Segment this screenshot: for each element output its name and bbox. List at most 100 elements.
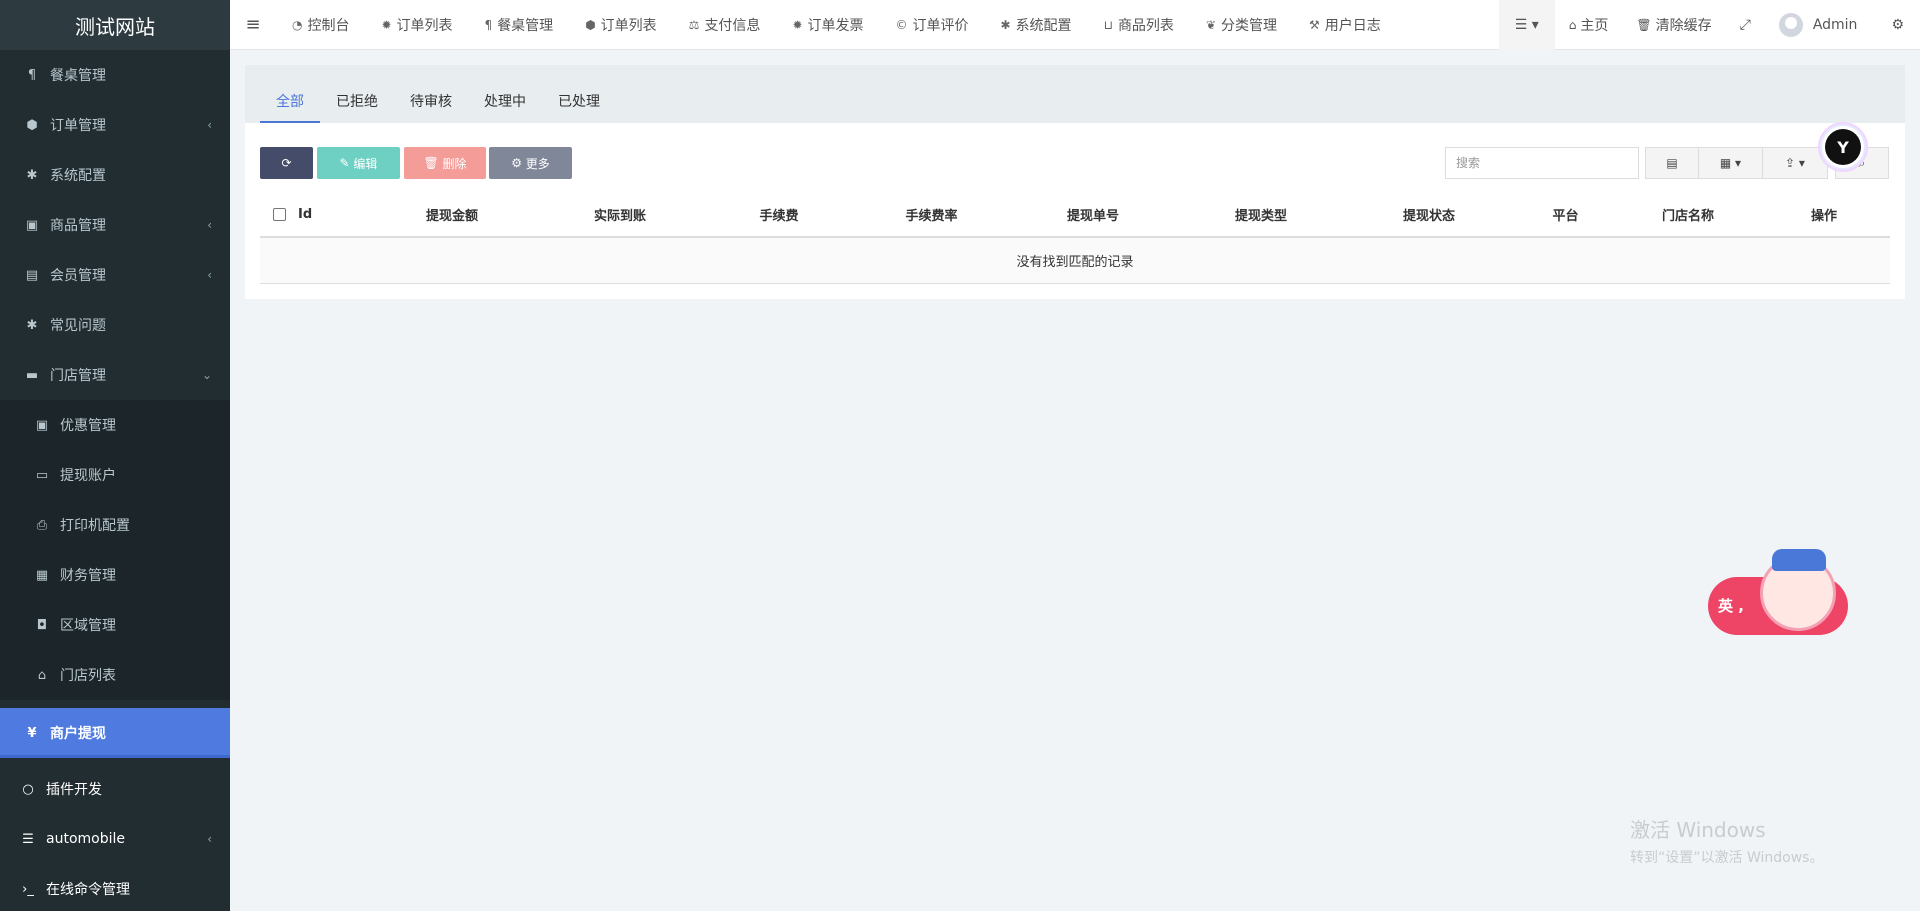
export-button[interactable]: ⇪ ▾: [1762, 147, 1828, 179]
more-button[interactable]: ⚙ 更多: [489, 147, 572, 179]
circle-icon: ○: [22, 781, 34, 797]
top-nav-order-list[interactable]: ✹ 订单列表: [365, 0, 468, 50]
asterisk-icon: ✱: [26, 167, 38, 183]
home-link[interactable]: ⌂ 主页: [1555, 0, 1623, 50]
chevron-left-icon: ‹: [207, 118, 212, 132]
table-header-row: Id 提现金额 实际到账 手续费 手续费率 提现单号 提现类型 提现状态 平台 …: [260, 193, 1890, 238]
assistant-logo-icon: Y: [1825, 129, 1861, 165]
more-label: 更多: [525, 156, 550, 171]
col-operate: 操作: [1758, 193, 1890, 238]
sidebar-item-label: 订单管理: [50, 118, 106, 134]
store-submenu: ▣ 优惠管理 ▭ 提现账户 ⎙ 打印机配置 ▦ 财务管理 ◘ 区域管理 ⌂ 门店…: [0, 400, 230, 700]
sidebar-item-plugin[interactable]: ○ 插件开发: [0, 764, 230, 814]
chevron-left-icon: ‹: [207, 832, 212, 846]
sidebar-item-automobile[interactable]: ☰ automobile ‹: [0, 814, 230, 864]
toggle-view-button[interactable]: ▤: [1645, 147, 1699, 179]
user-name: Admin: [1812, 17, 1858, 33]
tab-pending[interactable]: 待审核: [394, 65, 468, 123]
tab-processing[interactable]: 处理中: [468, 65, 542, 123]
sidebar-item-goods[interactable]: ▣ 商品管理 ‹: [0, 200, 230, 250]
withdraw-table: Id 提现金额 实际到账 手续费 手续费率 提现单号 提现类型 提现状态 平台 …: [260, 193, 1890, 284]
table-row: 没有找到匹配的记录: [260, 237, 1890, 284]
top-nav-label: 订单列表: [396, 17, 453, 34]
tab-all[interactable]: 全部: [260, 65, 320, 123]
sidebar-item-member[interactable]: ▤ 会员管理 ‹: [0, 250, 230, 300]
columns-button[interactable]: ▦ ▾: [1698, 147, 1763, 179]
sidebar-item-system[interactable]: ✱ 系统配置: [0, 150, 230, 200]
sidebar-item-store-list[interactable]: ⌂ 门店列表: [0, 650, 230, 700]
col-id[interactable]: Id: [298, 193, 368, 238]
sidebar-item-label: 门店列表: [60, 668, 116, 684]
top-nav-label: 系统配置: [1015, 17, 1072, 34]
sidebar-item-store[interactable]: ▬ 门店管理 ⌄: [0, 350, 230, 400]
refresh-icon: ⟳: [281, 156, 292, 170]
sidebar-item-printer[interactable]: ⎙ 打印机配置: [0, 500, 230, 550]
sidebar-item-label: 插件开发: [46, 782, 102, 798]
col-type[interactable]: 提现类型: [1177, 193, 1345, 238]
top-nav-review[interactable]: © 订单评价: [880, 0, 985, 50]
sidebar-item-finance[interactable]: ▦ 财务管理: [0, 550, 230, 600]
sidebar-item-table[interactable]: ¶ 餐桌管理: [0, 50, 230, 100]
col-fee[interactable]: 手续费: [704, 193, 854, 238]
edit-button[interactable]: ✎ 编辑: [317, 147, 400, 179]
menu-toggle-icon[interactable]: ≡: [230, 0, 276, 50]
clear-cache-link[interactable]: 🗑 清除缓存: [1622, 0, 1725, 50]
col-amount[interactable]: 提现金额: [368, 193, 536, 238]
sidebar-item-merchant-withdraw[interactable]: ¥ 商户提现: [0, 708, 230, 758]
trash-icon: 🗑: [423, 156, 443, 170]
expand-icon: ⤢: [1739, 17, 1751, 33]
tab-rejected[interactable]: 已拒绝: [320, 65, 394, 123]
col-actual[interactable]: 实际到账: [536, 193, 704, 238]
top-nav-label: 商品列表: [1117, 17, 1174, 34]
top-nav-system[interactable]: ✱ 系统配置: [985, 0, 1088, 50]
top-nav-user-log[interactable]: ⚒ 用户日志: [1293, 0, 1397, 50]
sidebar-item-order[interactable]: ⬢ 订单管理 ‹: [0, 100, 230, 150]
pencil-icon: ✎: [339, 156, 354, 170]
fullscreen-button[interactable]: ⤢: [1726, 0, 1765, 50]
mascot-widget[interactable]: 英 ,: [1708, 549, 1852, 639]
sidebar-item-command[interactable]: ›_ 在线命令管理: [0, 864, 230, 911]
avatar: [1778, 13, 1803, 37]
search-input[interactable]: [1445, 147, 1639, 179]
nav-dropdown-button[interactable]: ☰ ▾: [1498, 0, 1555, 50]
top-nav-invoice[interactable]: ✹ 订单发票: [776, 0, 879, 50]
gavel-icon: ⚒: [1309, 17, 1320, 32]
top-nav-order-list-2[interactable]: ⬢ 订单列表: [569, 0, 672, 50]
col-platform[interactable]: 平台: [1513, 193, 1618, 238]
top-nav-payment[interactable]: ⚖ 支付信息: [673, 0, 777, 50]
tab-processed[interactable]: 已处理: [542, 65, 616, 123]
top-nav-dashboard[interactable]: ◔ 控制台: [276, 0, 365, 50]
utensils-icon: ¶: [484, 17, 493, 32]
sidebar-item-withdraw-account[interactable]: ▭ 提现账户: [0, 450, 230, 500]
col-fee-rate[interactable]: 手续费率: [854, 193, 1009, 238]
top-nav-category[interactable]: ❦ 分类管理: [1190, 0, 1293, 50]
sidebar-item-region[interactable]: ◘ 区域管理: [0, 600, 230, 650]
top-nav-table[interactable]: ¶ 餐桌管理: [469, 0, 570, 50]
gift-icon: ▣: [35, 417, 49, 433]
top-nav-goods[interactable]: ⊔ 商品列表: [1088, 0, 1190, 50]
keyboard-icon: ▭: [35, 467, 49, 483]
grid-icon: ▦ ▾: [1719, 156, 1742, 170]
col-order-no[interactable]: 提现单号: [1009, 193, 1177, 238]
col-status[interactable]: 提现状态: [1345, 193, 1513, 238]
money-icon: ▦: [35, 567, 49, 583]
export-icon: ⇪ ▾: [1785, 156, 1805, 170]
square-icon: ◘: [36, 617, 48, 633]
sidebar-item-label: 区域管理: [60, 618, 116, 634]
floating-assistant-icon[interactable]: Y: [1820, 124, 1866, 170]
sidebar-item-discount[interactable]: ▣ 优惠管理: [0, 400, 230, 450]
user-menu[interactable]: Admin: [1765, 0, 1878, 50]
settings-button[interactable]: ⚙: [1877, 0, 1920, 50]
mascot-text: 英 ,: [1718, 597, 1744, 615]
address-book-icon: ▤: [25, 267, 39, 283]
col-store[interactable]: 门店名称: [1618, 193, 1758, 238]
top-right-nav: ☰ ▾ ⌂ 主页 🗑 清除缓存 ⤢ Admin ⚙: [1498, 0, 1920, 50]
refresh-button[interactable]: ⟳: [260, 147, 313, 179]
select-all-checkbox[interactable]: [272, 208, 286, 221]
delete-button[interactable]: 🗑 删除: [404, 147, 486, 179]
utensils-icon: ¶: [27, 67, 37, 83]
site-logo[interactable]: 测试网站: [0, 0, 230, 50]
sidebar-item-faq[interactable]: ✱ 常见问题: [0, 300, 230, 350]
balance-scale-icon: ⚖: [688, 17, 700, 32]
home-label: 主页: [1580, 18, 1609, 34]
